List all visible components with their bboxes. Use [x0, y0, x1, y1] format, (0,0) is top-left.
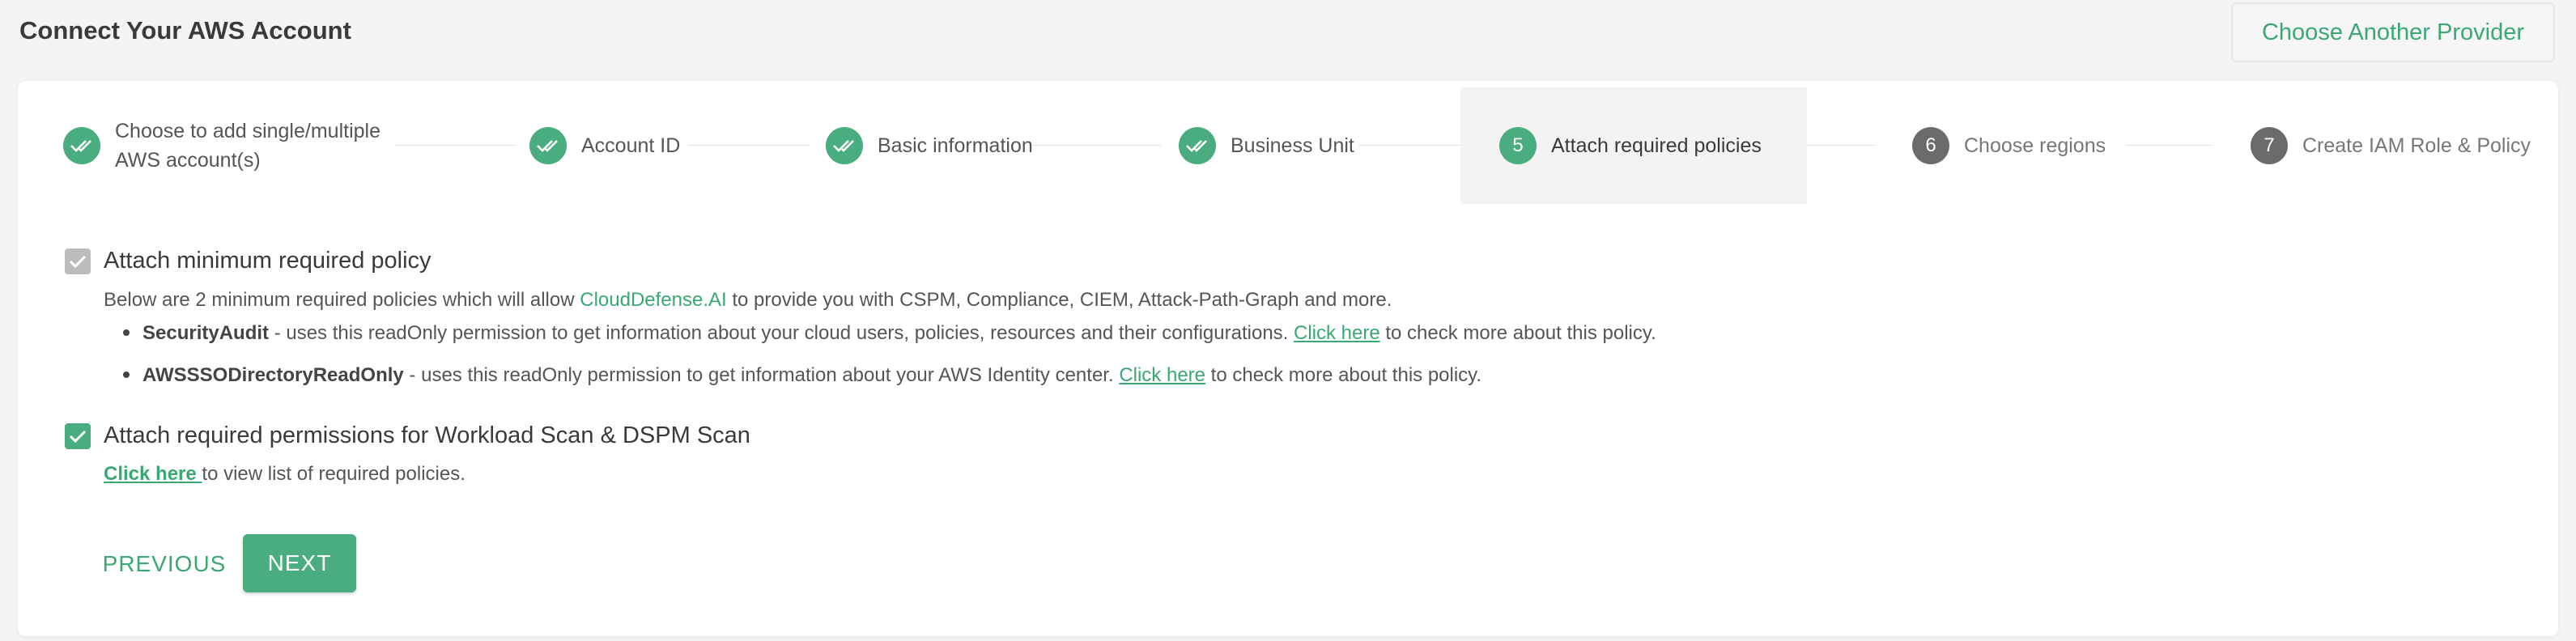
step-attach-policies[interactable]: 5 Attach required policies [1499, 87, 1762, 204]
step-basic-information[interactable]: Basic information [826, 87, 1033, 204]
security-audit-link[interactable]: Click here [1294, 322, 1380, 344]
policy-item-sso-directory: AWSSSODirectoryReadOnly - uses this read… [123, 364, 1481, 387]
page-title: Connect Your AWS Account [19, 16, 351, 45]
bullet-icon [123, 329, 130, 336]
policy-desc-after: to check more about this policy. [1379, 322, 1656, 344]
previous-button[interactable]: PREVIOUS [79, 536, 249, 592]
policy-name: AWSSSODirectoryReadOnly [142, 364, 404, 386]
step-number: 5 [1499, 127, 1537, 164]
double-check-icon [826, 127, 863, 164]
step-connector [1358, 145, 1460, 146]
double-check-icon [1179, 127, 1216, 164]
step-choose-regions[interactable]: 6 Choose regions [1912, 87, 2106, 204]
minimum-policy-description: Below are 2 minimum required policies wh… [104, 289, 1392, 312]
step-label: Attach required policies [1551, 134, 1762, 157]
double-check-icon [63, 127, 100, 164]
step-connector [1030, 145, 1161, 146]
double-check-icon [529, 127, 567, 164]
policy-name: SecurityAudit [142, 322, 270, 344]
policy-item-security-audit: SecurityAudit - uses this readOnly permi… [123, 322, 1656, 345]
step-connector [688, 145, 810, 146]
step-label: Basic information [878, 134, 1033, 157]
step-connector [395, 145, 515, 146]
check-icon [69, 255, 87, 269]
step-label-line2: AWS account(s) [115, 149, 261, 172]
minimum-policy-checkbox[interactable] [65, 248, 91, 274]
wizard-card: Choose to add single/multiple AWS accoun… [18, 81, 2558, 636]
next-button[interactable]: NEXT [243, 534, 356, 592]
desc-text: to provide you with CSPM, Compliance, CI… [726, 289, 1392, 311]
desc-text: to view list of required policies. [202, 463, 465, 485]
step-choose-accounts[interactable]: Choose to add single/multiple AWS accoun… [63, 87, 380, 204]
required-policies-link[interactable]: Click here [104, 463, 202, 485]
desc-text: Below are 2 minimum required policies wh… [104, 289, 580, 311]
workload-scan-description: Click here to view list of required poli… [104, 463, 465, 486]
minimum-policy-title: Attach minimum required policy [104, 248, 431, 274]
policy-desc: - uses this readOnly permission to get i… [403, 364, 1120, 386]
step-account-id[interactable]: Account ID [529, 87, 680, 204]
bullet-icon [123, 371, 130, 378]
step-label-line1: Choose to add single/multiple [115, 120, 380, 142]
step-label: Choose regions [1964, 134, 2106, 157]
top-bar: Connect Your AWS Account Choose Another … [0, 0, 2576, 65]
stepper: Choose to add single/multiple AWS accoun… [18, 81, 2558, 204]
policy-desc: - uses this readOnly permission to get i… [269, 322, 1294, 344]
step-create-iam-role[interactable]: 7 Create IAM Role & Policy [2251, 87, 2531, 204]
step-business-unit[interactable]: Business Unit [1179, 87, 1354, 204]
step-label: Account ID [581, 134, 681, 157]
brand-name: CloudDefense.AI [580, 289, 727, 311]
policy-desc-after: to check more about this policy. [1205, 364, 1482, 386]
sso-directory-link[interactable]: Click here [1119, 364, 1205, 386]
step-label: Create IAM Role & Policy [2302, 134, 2531, 157]
step-connector [2126, 145, 2212, 146]
workload-scan-checkbox[interactable] [65, 423, 91, 449]
workload-scan-title: Attach required permissions for Workload… [104, 422, 750, 448]
choose-another-provider-button[interactable]: Choose Another Provider [2231, 2, 2555, 62]
step-label: Business Unit [1231, 134, 1354, 157]
step-label: Choose to add single/multiple AWS accoun… [115, 117, 380, 175]
step-connector [1807, 145, 1875, 146]
step-number: 7 [2251, 127, 2288, 164]
step-number: 6 [1912, 127, 1949, 164]
check-icon [69, 430, 87, 444]
